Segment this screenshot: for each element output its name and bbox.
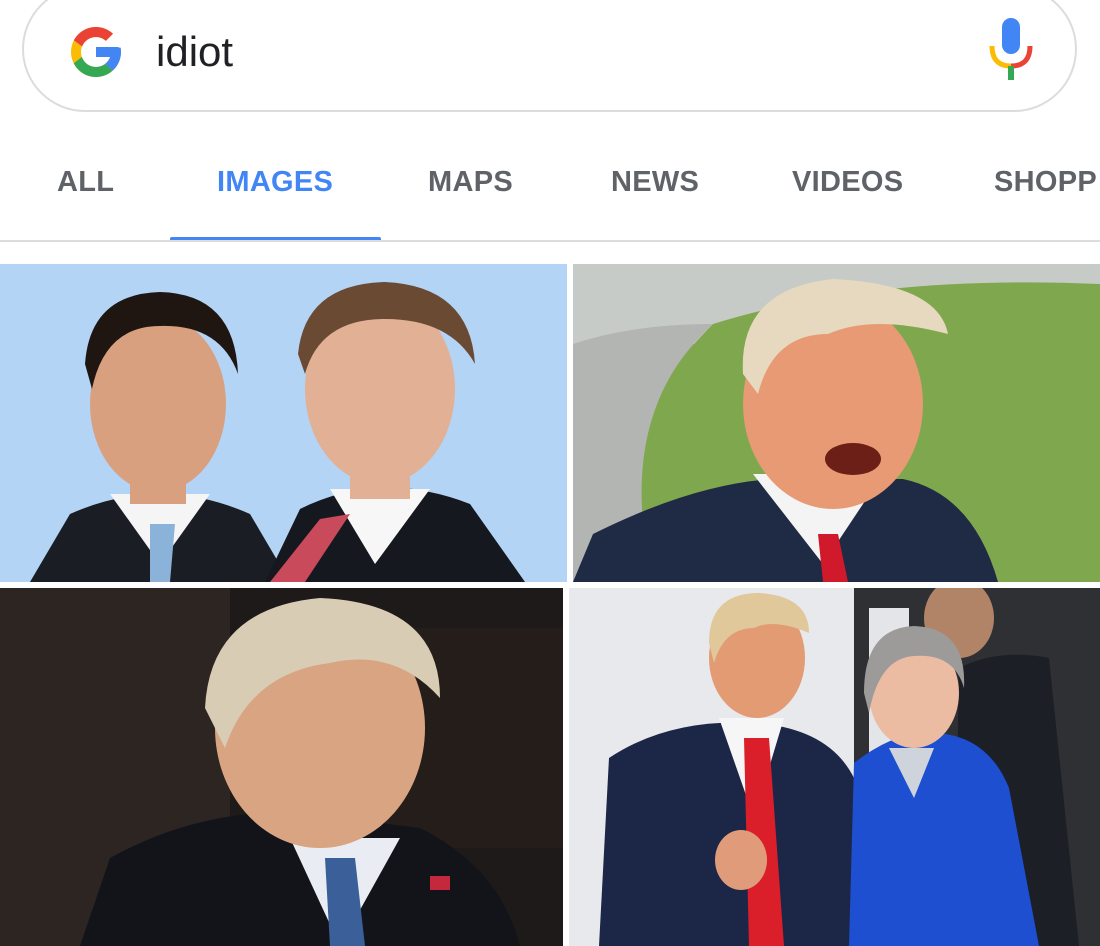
- google-g-icon: [71, 27, 121, 77]
- image-result-2[interactable]: [573, 264, 1100, 582]
- search-input[interactable]: idiot: [156, 22, 233, 82]
- image-thumbnail: [0, 264, 567, 582]
- microphone-icon[interactable]: [986, 16, 1036, 86]
- tabs-divider: [0, 240, 1100, 242]
- tab-images[interactable]: IMAGES: [217, 166, 333, 199]
- tab-shopping[interactable]: SHOPP: [994, 166, 1097, 199]
- image-thumbnail: [573, 264, 1100, 582]
- tab-videos[interactable]: VIDEOS: [792, 166, 903, 199]
- image-result-1[interactable]: [0, 264, 567, 582]
- tab-all[interactable]: ALL: [57, 166, 114, 199]
- search-bar[interactable]: idiot: [22, 0, 1077, 112]
- image-result-3[interactable]: [0, 588, 563, 946]
- search-tabs: ALL IMAGES MAPS NEWS VIDEOS SHOPP: [0, 150, 1100, 242]
- image-result-4[interactable]: [569, 588, 1100, 946]
- image-thumbnail: [0, 588, 563, 946]
- tab-news[interactable]: NEWS: [611, 166, 699, 199]
- tab-maps[interactable]: MAPS: [428, 166, 513, 199]
- image-results-grid: [0, 264, 1100, 946]
- image-thumbnail: [569, 588, 1100, 946]
